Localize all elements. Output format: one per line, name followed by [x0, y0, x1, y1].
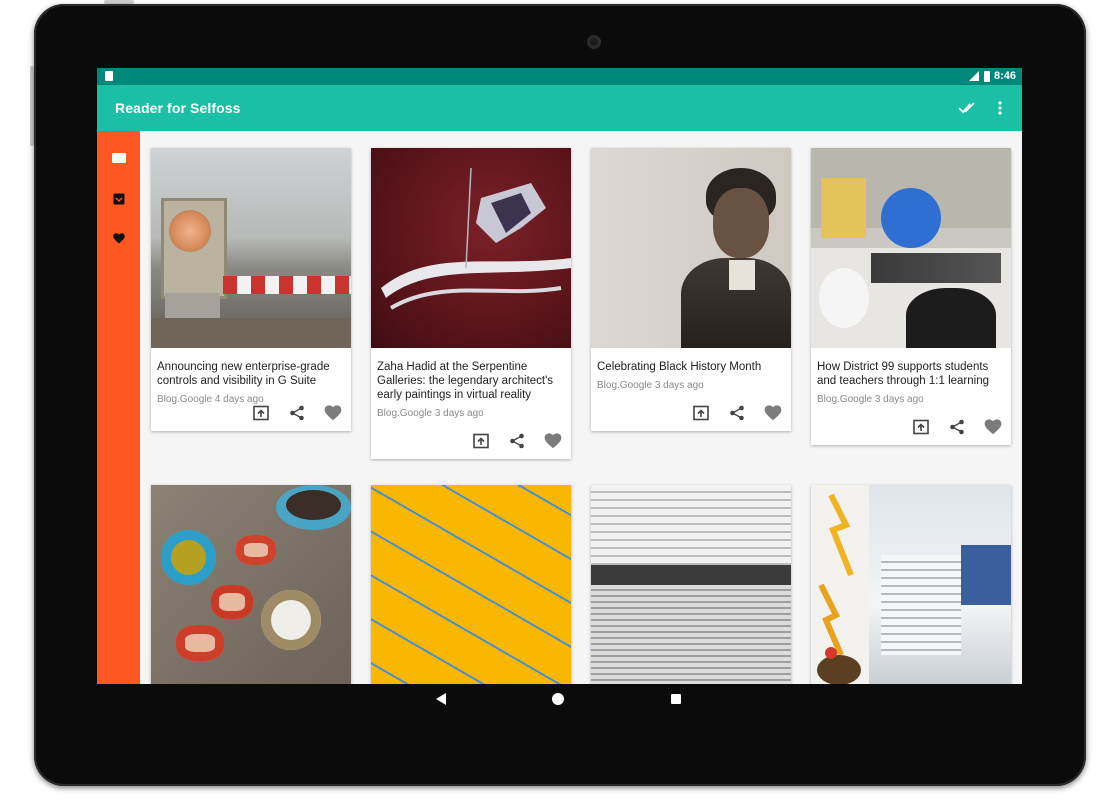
share-button[interactable]: [287, 403, 307, 423]
battery-icon: [983, 70, 990, 82]
front-camera: [587, 35, 601, 49]
article-card[interactable]: Announcing new enterprise-grade controls…: [151, 148, 351, 431]
article-title: Zaha Hadid at the Serpentine Galleries: …: [377, 361, 554, 401]
overflow-menu-button[interactable]: [989, 97, 1011, 119]
article-image: [591, 148, 791, 348]
article-image: [811, 485, 1011, 684]
share-icon: [950, 419, 964, 435]
article-card[interactable]: How District 99 supports students and te…: [811, 148, 1011, 445]
share-button[interactable]: [507, 431, 527, 451]
heart-icon: [764, 405, 782, 421]
app-title: Reader for Selfoss: [115, 100, 241, 116]
screen: 8:46 Reader for Selfoss Announcing new e…: [97, 68, 1022, 684]
article-title: How District 99 supports students and te…: [817, 361, 989, 387]
article-source: Blog.Google 3 days ago: [817, 394, 924, 405]
article-card[interactable]: [151, 485, 351, 684]
rail-item-new[interactable]: [110, 151, 128, 165]
article-card[interactable]: [591, 485, 791, 684]
share-button[interactable]: [947, 417, 967, 437]
article-image: [371, 485, 571, 684]
open-in-browser-icon: [913, 419, 929, 435]
open-in-browser-button[interactable]: [911, 417, 931, 437]
open-in-browser-icon: [253, 405, 269, 421]
share-button[interactable]: [727, 403, 747, 423]
article-source: Blog.Google 3 days ago: [377, 408, 484, 419]
open-in-browser-button[interactable]: [471, 431, 491, 451]
share-icon: [290, 405, 304, 421]
article-card[interactable]: Celebrating Black History Month Blog.Goo…: [591, 148, 791, 431]
new-badge-icon: [112, 153, 126, 163]
share-icon: [730, 405, 744, 421]
mark-all-read-button[interactable]: [957, 97, 979, 119]
heart-icon: [984, 419, 1002, 435]
heart-icon: [324, 405, 342, 421]
article-image: [591, 485, 791, 684]
article-grid: Announcing new enterprise-grade controls…: [140, 131, 1022, 684]
open-in-browser-icon: [473, 433, 489, 449]
rail-item-archive[interactable]: [110, 192, 128, 206]
share-icon: [510, 433, 524, 449]
article-image: [151, 148, 351, 348]
favorite-button[interactable]: [543, 431, 563, 451]
navigation-rail: [97, 131, 140, 684]
open-in-browser-button[interactable]: [691, 403, 711, 423]
heart-icon: [544, 433, 562, 449]
article-source: Blog.Google 3 days ago: [597, 380, 704, 391]
rail-item-favorites[interactable]: [110, 231, 128, 245]
article-title: Announcing new enterprise-grade controls…: [157, 361, 330, 387]
app-bar: Reader for Selfoss: [97, 85, 1022, 131]
archive-icon: [113, 193, 125, 205]
article-image: [151, 485, 351, 684]
article-card[interactable]: Zaha Hadid at the Serpentine Galleries: …: [371, 148, 571, 459]
double-check-icon: [958, 102, 975, 114]
sd-card-icon: [105, 71, 113, 81]
home-button[interactable]: [552, 693, 564, 705]
open-in-browser-icon: [693, 405, 709, 421]
favorite-button[interactable]: [763, 403, 783, 423]
article-card[interactable]: [811, 485, 1011, 684]
status-bar: 8:46: [97, 68, 1022, 85]
artwork-shapes: [381, 167, 571, 310]
back-icon[interactable]: [435, 692, 447, 706]
open-in-browser-button[interactable]: [251, 403, 271, 423]
signal-icon: [968, 71, 979, 81]
status-time: 8:46: [993, 70, 1016, 82]
article-image: [811, 148, 1011, 348]
article-title: Celebrating Black History Month: [597, 361, 762, 373]
article-image: [371, 148, 571, 348]
more-vert-icon: [998, 101, 1002, 115]
article-card[interactable]: [371, 485, 571, 684]
system-navigation-bar: [97, 684, 1022, 718]
favorite-button[interactable]: [983, 417, 1003, 437]
graffiti-art: [817, 493, 861, 684]
heart-icon: [113, 232, 125, 243]
recents-button[interactable]: [671, 694, 681, 704]
favorite-button[interactable]: [323, 403, 343, 423]
